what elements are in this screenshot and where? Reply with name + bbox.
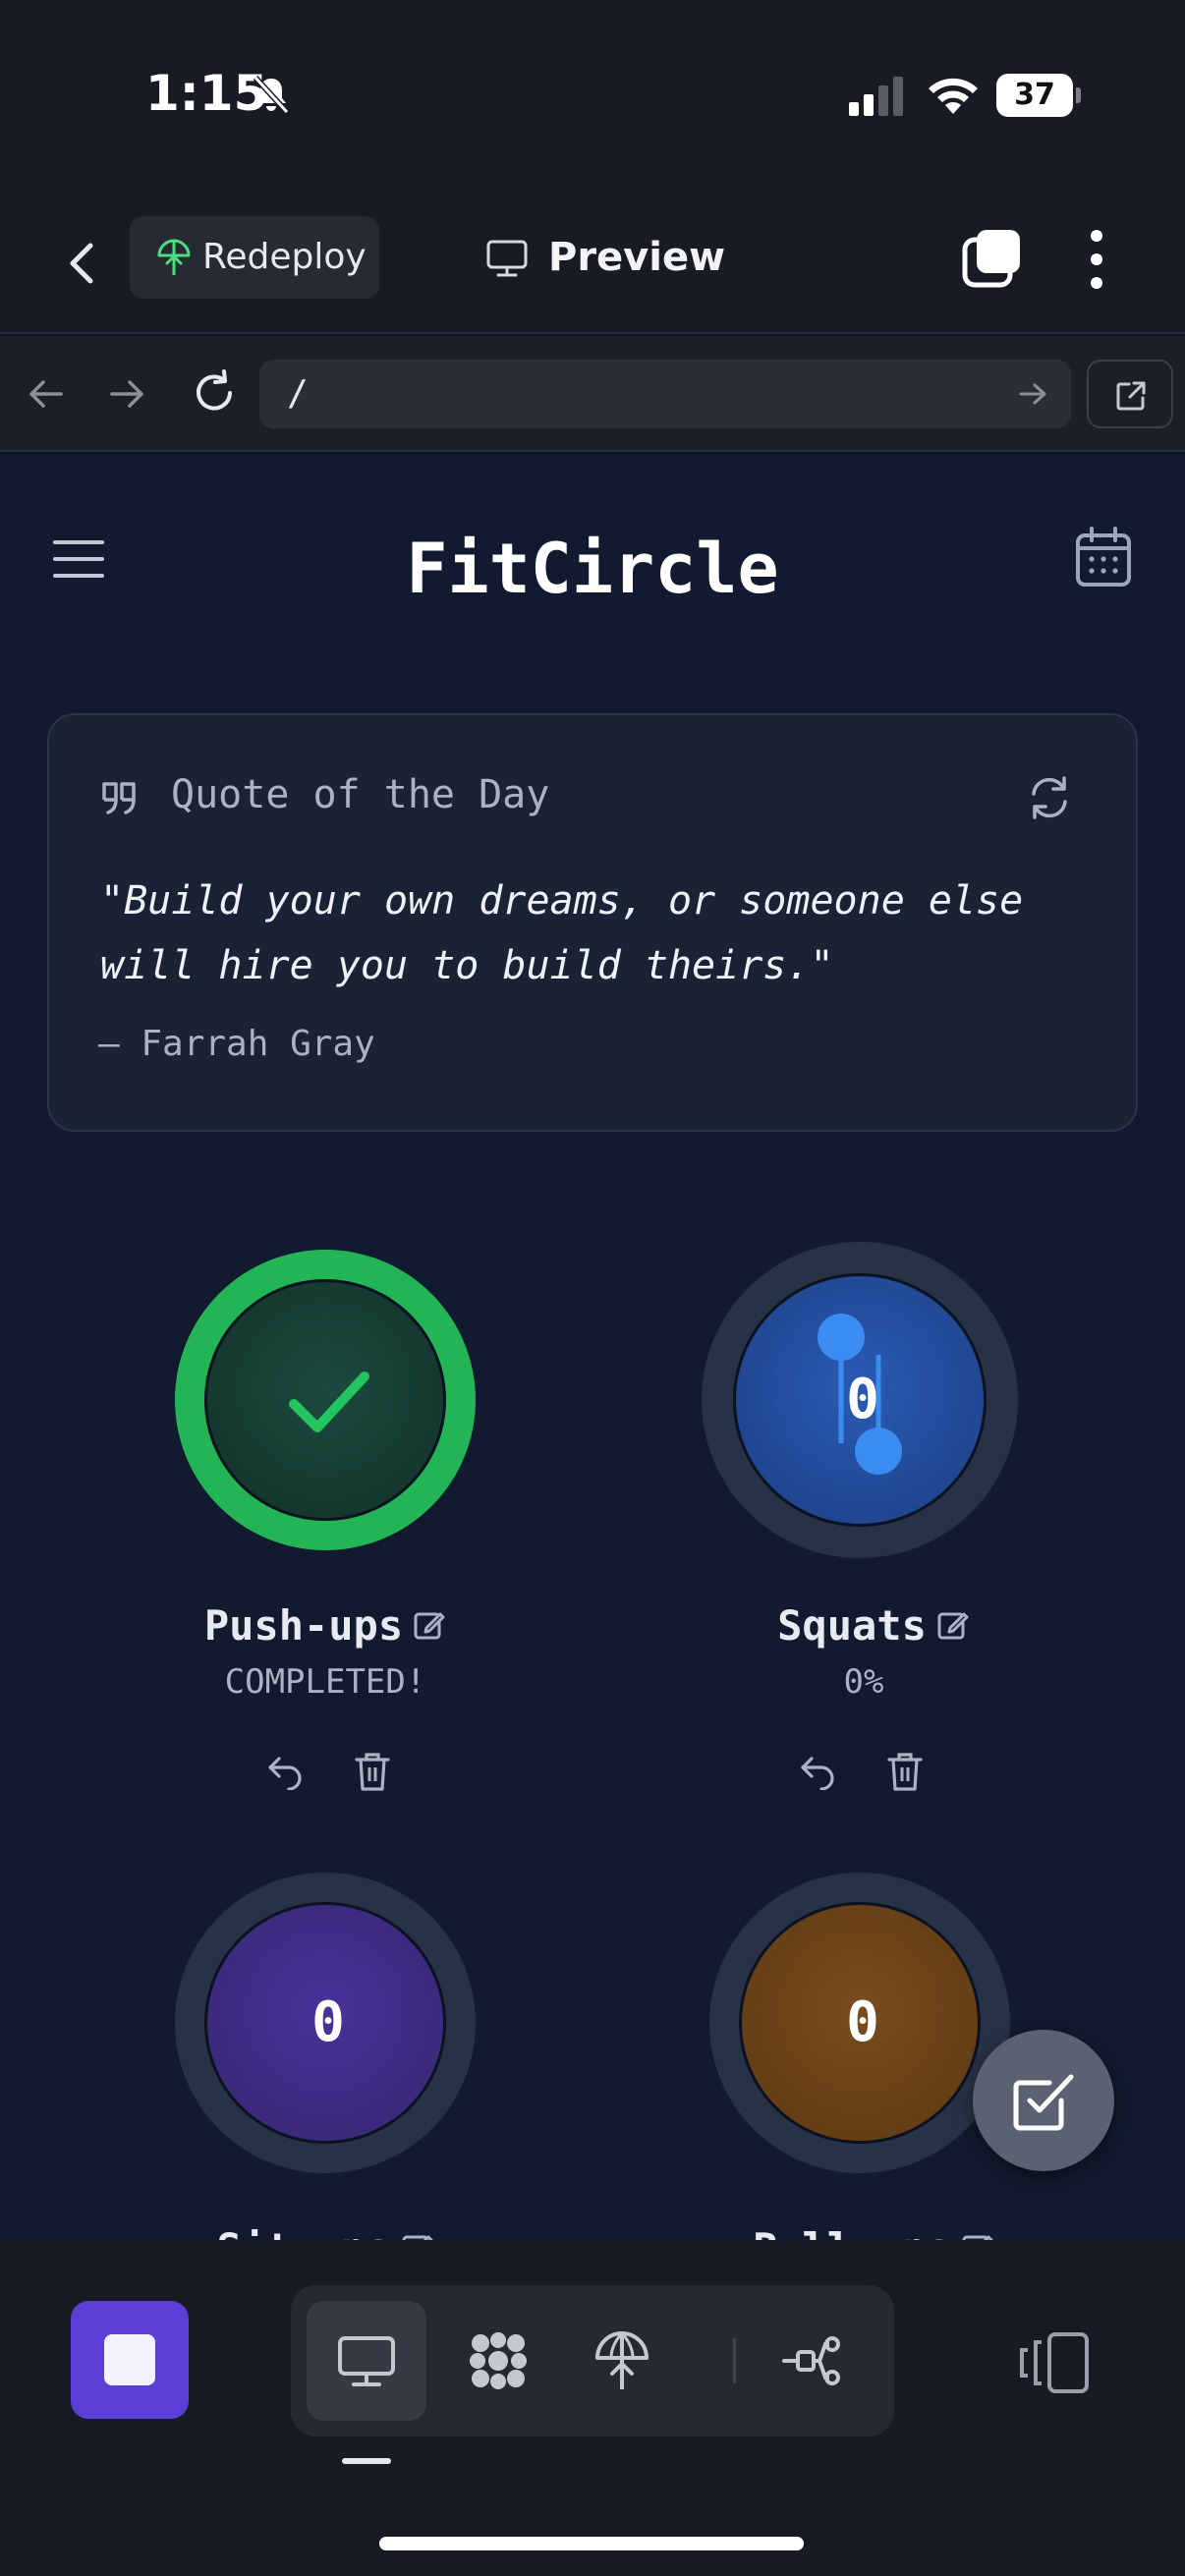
device-layout-icon[interactable] bbox=[1018, 2330, 1091, 2395]
quote-icon bbox=[102, 782, 136, 814]
battery-indicator: 37 bbox=[996, 74, 1081, 117]
trash-icon[interactable] bbox=[886, 1751, 924, 1792]
back-chevron-icon[interactable] bbox=[55, 232, 110, 295]
external-link-icon bbox=[1116, 381, 1146, 411]
exercise-title-row: Push-ups bbox=[85, 1601, 566, 1650]
calendar-icon[interactable] bbox=[1075, 527, 1132, 588]
app-viewport: FitCircle Quote of the Day "Build your o… bbox=[0, 454, 1185, 2240]
exercise-name: Pull-ups bbox=[753, 2224, 951, 2240]
active-tab-indicator bbox=[342, 2458, 391, 2464]
monitor-icon bbox=[486, 240, 528, 277]
exercise-ring[interactable]: 0 bbox=[702, 1242, 1018, 1558]
exercise-title-row: Pull-ups bbox=[633, 2224, 1114, 2240]
exercise-status: 0% bbox=[843, 1662, 884, 1702]
url-bar: / bbox=[0, 336, 1185, 452]
refresh-quote-icon[interactable] bbox=[1026, 774, 1073, 821]
edit-icon[interactable] bbox=[936, 1608, 970, 1642]
arrow-right-icon[interactable] bbox=[102, 371, 151, 417]
wifi-icon bbox=[929, 78, 978, 114]
workflow-icon bbox=[782, 2336, 840, 2385]
bottom-bar bbox=[0, 2240, 1185, 2576]
check-in-fab[interactable] bbox=[973, 2030, 1114, 2171]
exercise-name: Squats bbox=[777, 1601, 927, 1650]
stop-icon bbox=[104, 2334, 155, 2385]
redeploy-icon bbox=[157, 239, 191, 275]
exercise-card-squats: 0 Squats 0% bbox=[617, 1242, 1030, 1800]
exercise-status: COMPLETED! bbox=[224, 1662, 426, 1702]
trash-icon[interactable] bbox=[354, 1751, 391, 1792]
progress-knob[interactable] bbox=[736, 1276, 989, 1530]
deploy-icon bbox=[595, 2331, 649, 2389]
redeploy-label: Redeploy bbox=[202, 237, 367, 277]
tab-database[interactable] bbox=[438, 2301, 558, 2421]
preview-tab[interactable]: Preview bbox=[481, 216, 737, 299]
dots-grid-icon bbox=[470, 2332, 527, 2389]
redeploy-button[interactable]: Redeploy bbox=[130, 216, 379, 299]
app-title: FitCircle bbox=[406, 529, 779, 609]
edit-icon[interactable] bbox=[413, 1608, 446, 1642]
more-vertical-icon[interactable] bbox=[1077, 226, 1116, 293]
undo-icon[interactable] bbox=[798, 1751, 837, 1790]
exercise-ring[interactable]: 0 bbox=[175, 1873, 476, 2173]
tab-workflow[interactable] bbox=[751, 2301, 871, 2421]
exercise-card-push-ups: Push-ups COMPLETED! bbox=[85, 1250, 497, 1800]
reload-icon[interactable] bbox=[189, 367, 240, 419]
bell-muted-icon bbox=[253, 75, 290, 115]
exercise-name: Sit-ups bbox=[216, 2224, 390, 2240]
edit-icon[interactable] bbox=[401, 2231, 434, 2240]
url-input[interactable]: / bbox=[259, 360, 1071, 428]
exercise-name: Push-ups bbox=[203, 1601, 404, 1650]
home-indicator bbox=[379, 2537, 804, 2550]
exercise-title-row: Squats bbox=[633, 1601, 1114, 1650]
exercise-count: 0 bbox=[846, 1990, 879, 2054]
status-bar: 1:15 37 bbox=[0, 0, 1185, 196]
arrow-left-icon[interactable] bbox=[22, 371, 71, 417]
preview-toolbar: Redeploy Preview bbox=[0, 196, 1185, 334]
undo-icon[interactable] bbox=[265, 1751, 305, 1790]
exercise-title-row: Sit-ups bbox=[85, 2224, 566, 2240]
divider bbox=[733, 2338, 736, 2383]
url-text: / bbox=[287, 373, 309, 414]
stop-button[interactable] bbox=[71, 2301, 189, 2419]
exercise-ring[interactable]: 0 bbox=[709, 1873, 1010, 2173]
quote-text: "Build your own dreams, or someone else … bbox=[100, 878, 1024, 988]
preview-label: Preview bbox=[548, 235, 726, 280]
cellular-signal-icon bbox=[849, 77, 903, 116]
checkmark-icon bbox=[289, 1372, 369, 1432]
quote-heading: Quote of the Day bbox=[171, 772, 550, 817]
checkbox-icon bbox=[1013, 2074, 1074, 2131]
tabs-icon[interactable] bbox=[961, 228, 1022, 289]
tab-deploy[interactable] bbox=[562, 2301, 682, 2421]
quote-author: — Farrah Gray bbox=[98, 1024, 375, 1064]
monitor-icon bbox=[338, 2336, 395, 2386]
exercise-card-pull-ups: 0 Pull-ups bbox=[617, 1873, 1030, 2240]
edit-icon[interactable] bbox=[961, 2231, 994, 2240]
tab-preview[interactable] bbox=[307, 2301, 426, 2421]
battery-level: 37 bbox=[1014, 78, 1055, 112]
exercise-card-sit-ups: 0 Sit-ups bbox=[85, 1873, 497, 2240]
go-arrow-icon[interactable] bbox=[1016, 379, 1049, 409]
view-switcher bbox=[291, 2285, 894, 2436]
quote-card: Quote of the Day "Build your own dreams,… bbox=[47, 713, 1138, 1132]
exercise-ring[interactable] bbox=[175, 1250, 476, 1550]
open-external-button[interactable] bbox=[1087, 360, 1173, 428]
exercise-count: 0 bbox=[311, 1990, 345, 2054]
